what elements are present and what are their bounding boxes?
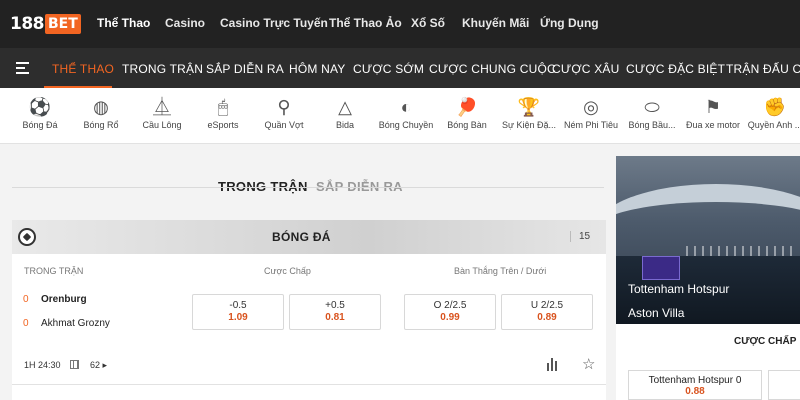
topnav-item-ung-dung[interactable]: Ứng Dụng — [540, 16, 599, 30]
sport-item-boxing[interactable]: ✊ Quyền Anh ... — [735, 96, 800, 130]
logo-number: 188 — [10, 14, 45, 34]
hamburger-menu-icon[interactable] — [16, 62, 29, 74]
odds-price: 0.81 — [325, 312, 345, 323]
match-card: TRONG TRẬN Cược Chấp Bàn Thắng Trên / Dư… — [12, 254, 606, 384]
soccer-ball-icon — [18, 228, 36, 246]
match-count: 15 — [570, 231, 590, 242]
sport-menu-bar: THỂ THAO TRONG TRẬN SẮP DIỄN RA HÔM NAY … — [0, 48, 800, 88]
more-markets-count[interactable]: 62 ▸ — [90, 360, 107, 371]
topnav-item-casino[interactable]: Casino — [165, 16, 205, 30]
odds-under[interactable]: U 2/2.5 0.89 — [501, 294, 593, 330]
featured-odds-button-2[interactable] — [768, 370, 800, 400]
odds-line: -0.5 — [229, 300, 247, 311]
home-score: 0 — [23, 294, 29, 305]
tabs-divider — [12, 187, 604, 188]
stadium-screen — [642, 256, 680, 280]
away-score: 0 — [23, 318, 29, 329]
odds-over[interactable]: O 2/2.5 0.99 — [404, 294, 496, 330]
favorite-star-icon[interactable]: ☆ — [582, 355, 595, 373]
topnav-item-khuyen-mai[interactable]: Khuyến Mãi — [462, 16, 529, 30]
odds-price: 0.99 — [440, 312, 460, 323]
overunder-column-header: Bàn Thắng Trên / Dưới — [454, 266, 547, 276]
tab-cuoc-xau[interactable]: CƯỢC XÂU — [552, 62, 619, 76]
featured-home-team: Tottenham Hotspur — [628, 282, 730, 296]
topnav-item-xo-so[interactable]: Xổ Số — [411, 16, 445, 30]
next-section-strip — [12, 384, 606, 400]
handicap-column-header: Cược Chấp — [264, 266, 311, 276]
featured-odds-button[interactable]: Tottenham Hotspur 0 0.88 — [628, 370, 762, 400]
match-clock: 1H 24:30 — [24, 360, 61, 370]
featured-away-team: Aston Villa — [628, 306, 685, 320]
odds-handicap-away[interactable]: +0.5 0.81 — [289, 294, 381, 330]
sport-icon-bar: ⚽ Bóng Đá ◍ Bóng Rổ ⏅ Cầu Lông 🖱 eSports… — [0, 88, 800, 144]
featured-odds-team: Tottenham Hotspur 0 — [648, 375, 742, 386]
status-column-header: TRONG TRẬN — [24, 266, 84, 276]
odds-price: 1.09 — [228, 312, 248, 323]
odds-line: +0.5 — [325, 300, 345, 311]
top-navigation: 188 BET Thể Thao Casino Casino Trực Tuyế… — [0, 0, 800, 48]
statistics-icon[interactable] — [546, 357, 560, 371]
tab-tran-dau-cua[interactable]: TRẬN ĐẤU CỦA — [726, 62, 800, 76]
section-title: BÓNG ĐÁ — [272, 230, 331, 244]
scoreboard-icon[interactable] — [70, 360, 79, 369]
sport-section-header[interactable]: BÓNG ĐÁ 15 — [12, 220, 606, 254]
brand-logo[interactable]: 188 BET — [10, 11, 81, 37]
home-team-name[interactable]: Orenburg — [41, 294, 87, 305]
logo-bet: BET — [45, 14, 81, 34]
tab-cuoc-dac-biet[interactable]: CƯỢC ĐẶC BIỆT — [626, 62, 725, 76]
sport-label: Quyền Anh ... — [747, 120, 800, 130]
featured-odds-panel: CƯỢC CHẤP Tottenham Hotspur 0 0.88 — [616, 324, 800, 400]
featured-market-label: CƯỢC CHẤP — [734, 336, 797, 347]
topnav-item-the-thao[interactable]: Thể Thao — [97, 16, 150, 30]
odds-line: O 2/2.5 — [433, 300, 467, 311]
tab-cuoc-chung-cuoc[interactable]: CƯỢC CHUNG CUỘC — [429, 62, 556, 76]
topnav-item-casino-truc-tuyen[interactable]: Casino Trực Tuyến — [220, 16, 328, 30]
odds-line: U 2/2.5 — [530, 300, 564, 311]
tab-cuoc-som[interactable]: CƯỢC SỚM — [353, 62, 424, 76]
away-team-name[interactable]: Akhmat Grozny — [41, 318, 110, 329]
tab-the-thao[interactable]: THỂ THAO — [52, 62, 114, 76]
odds-price: 0.89 — [537, 312, 557, 323]
featured-odds-price: 0.88 — [685, 386, 705, 397]
topnav-item-the-thao-ao[interactable]: Thể Thao Ảo — [329, 16, 402, 30]
tab-sap-dien-ra[interactable]: SẮP DIỄN RA — [206, 62, 284, 76]
markets-number: 62 — [90, 360, 101, 370]
chevron-right-icon: ▸ — [102, 360, 108, 370]
tab-hom-nay[interactable]: HÔM NAY — [289, 62, 346, 76]
featured-match-banner[interactable]: Tottenham Hotspur Aston Villa — [616, 156, 800, 324]
tab-trong-tran[interactable]: TRONG TRẬN — [122, 62, 203, 76]
odds-handicap-home[interactable]: -0.5 1.09 — [192, 294, 284, 330]
boxing-glove-icon: ✊ — [763, 97, 787, 117]
